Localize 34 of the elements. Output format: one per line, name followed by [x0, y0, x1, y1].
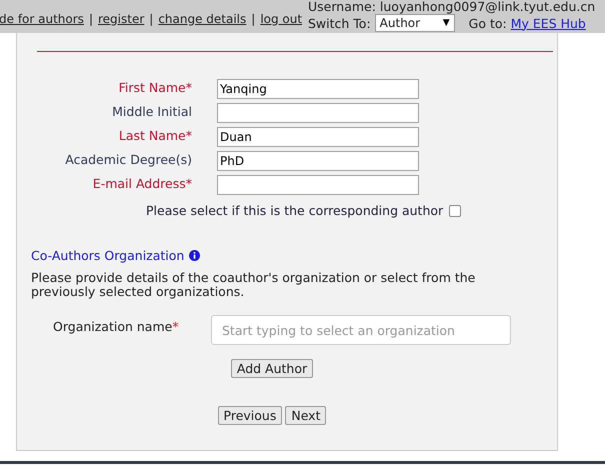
separator: | — [251, 12, 256, 26]
input-field[interactable] — [217, 175, 419, 195]
organization-field[interactable]: Start typing to select an organization — [211, 315, 511, 345]
info-icon[interactable] — [189, 250, 200, 261]
role-dropdown[interactable]: Author ▼ — [374, 14, 455, 32]
input-field[interactable] — [217, 103, 419, 123]
caret-icon: ▼ — [442, 18, 450, 28]
nav-link[interactable]: log out — [260, 12, 302, 26]
field-label: Middle Initial — [111, 103, 192, 121]
field-label: Last Name* — [118, 127, 192, 145]
field-label: Academic Degree(s) — [64, 151, 192, 169]
username-text: Username: luoyanhong0097@link.tyut.edu.cn — [308, 0, 596, 14]
goto-label: Go to: — [468, 16, 507, 30]
switch-label: Switch To: — [308, 16, 371, 30]
nav-button[interactable]: Previous — [218, 406, 282, 425]
input-field[interactable]: Yanqing — [217, 79, 419, 99]
field-label: E-mail Address* — [92, 175, 192, 193]
add-author-button[interactable]: Add Author — [230, 359, 314, 378]
nav-link[interactable]: de for authors — [0, 12, 84, 26]
input-field[interactable]: PhD — [217, 151, 419, 171]
section-heading: Co-Authors Organization — [31, 248, 184, 263]
hub-link[interactable]: My EES Hub — [510, 16, 586, 30]
separator: | — [149, 12, 154, 26]
input-field[interactable]: Duan — [217, 127, 419, 147]
field-label: First Name* — [118, 79, 192, 97]
description-text: Please provide details of the coauthor's organization or select from the previously selected organizations. — [31, 271, 476, 299]
checkbox[interactable] — [449, 204, 462, 216]
nav-link[interactable]: change details — [158, 12, 246, 26]
nav-link[interactable]: register — [98, 12, 144, 26]
required-mark: * — [172, 319, 179, 334]
nav-button[interactable]: Next — [285, 406, 326, 425]
separator: | — [88, 12, 93, 26]
field-label: Organization name — [53, 319, 172, 334]
checkbox-label: Please select if this is the corresponding author — [146, 203, 444, 218]
